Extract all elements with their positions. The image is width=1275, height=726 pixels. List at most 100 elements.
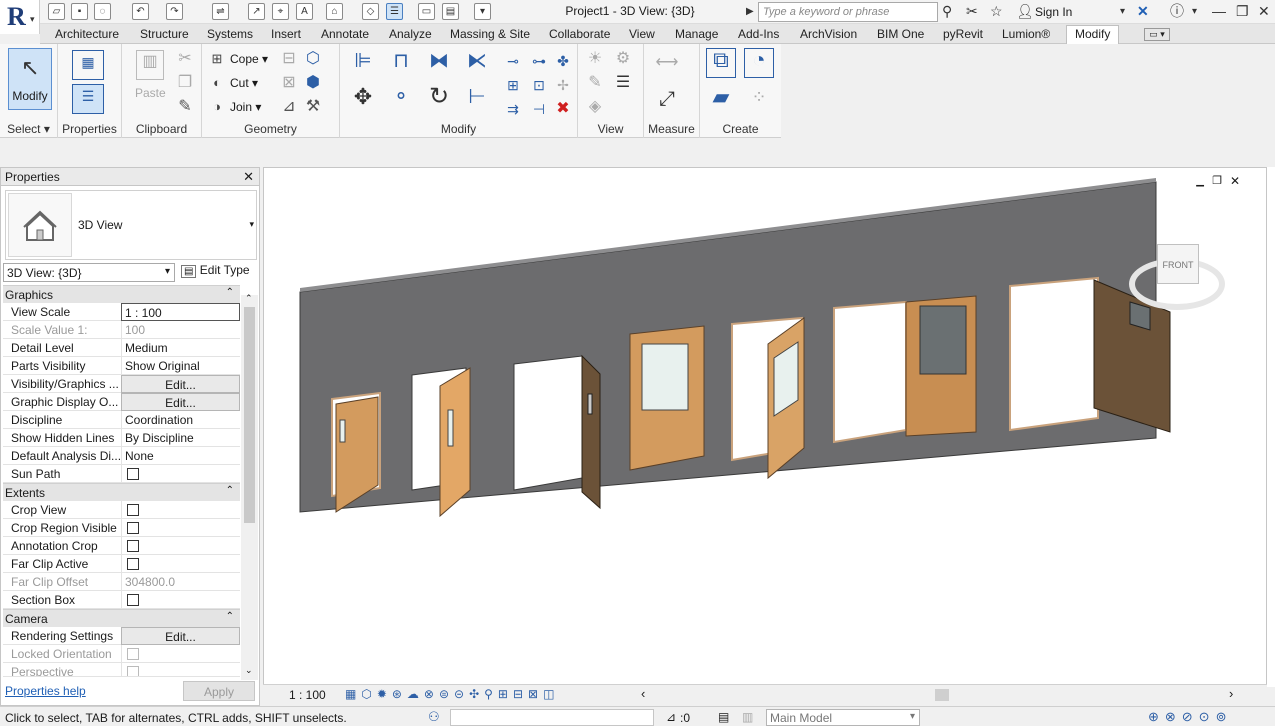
prop-row-graphic-display[interactable]: Graphic Display O... Edit... — [3, 393, 240, 411]
tab-archvision[interactable]: ArchVision — [800, 27, 857, 41]
visibility-graphics-edit-button[interactable]: Edit... — [121, 375, 240, 393]
tab-collaborate[interactable]: Collaborate — [549, 27, 610, 41]
customize-qat-icon[interactable]: ▾ — [474, 3, 491, 20]
section-graphics[interactable]: Graphics ⌃ — [3, 285, 240, 303]
tab-architecture[interactable]: Architecture — [55, 27, 119, 41]
help-dropdown-icon[interactable]: ▾ — [1192, 3, 1197, 20]
3d-viewport[interactable]: ▁ ❐ ✕ FRONT — [263, 167, 1267, 687]
selection-options-icons[interactable]: ⊕⊗⊘⊙⊚ — [1148, 709, 1232, 725]
scrollbar-thumb[interactable] — [244, 307, 255, 523]
search-input[interactable]: Type a keyword or phrase — [758, 2, 938, 22]
measure-icon[interactable]: ↗ — [248, 3, 265, 20]
sign-in-link[interactable]: Sign In — [1035, 5, 1072, 19]
binoculars-icon[interactable]: ⚲ — [942, 3, 952, 20]
join-icon[interactable]: ◑ — [206, 96, 228, 118]
paste-icon[interactable]: ▥ — [136, 50, 164, 80]
demolish-icon[interactable]: ⬡ — [302, 48, 324, 70]
section-camera[interactable]: Camera ⌃ — [3, 609, 240, 627]
copy-element-icon[interactable]: ⚬ — [386, 86, 416, 116]
cope-icon[interactable]: ⊞ — [206, 48, 228, 70]
prop-row-annotation-crop[interactable]: Annotation Crop — [3, 537, 240, 555]
view-control-icons[interactable]: ▦⬡✹⊛☁⊗⊜⊝✣⚲⊞⊟⊠◫ — [345, 687, 559, 701]
tab-lumion[interactable]: Lumion® — [1002, 27, 1050, 41]
join-button[interactable]: Join ▾ — [230, 100, 261, 114]
properties-scrollbar[interactable]: ⌃ ⌄ — [241, 293, 258, 680]
collapse-icon[interactable]: ⌃ — [226, 485, 234, 496]
cut-geometry-icon[interactable]: ◐ — [206, 72, 228, 94]
linework-icon[interactable]: ✎ — [584, 72, 606, 94]
ribbon-toggle-icon[interactable]: ▭ ▾ — [1144, 28, 1170, 41]
crop-view-checkbox[interactable] — [127, 504, 139, 516]
tab-massing-site[interactable]: Massing & Site — [450, 27, 530, 41]
project-browser-edge[interactable] — [1266, 167, 1275, 687]
cut-scissors-icon[interactable]: ✂ — [174, 48, 196, 70]
unpin-icon[interactable]: ⊣ — [528, 98, 550, 120]
tab-structure[interactable]: Structure — [140, 27, 189, 41]
thin-lines-view-icon[interactable]: ☰ — [612, 72, 634, 94]
prop-row-section-box[interactable]: Section Box — [3, 591, 240, 609]
viewcube-front-face[interactable]: FRONT — [1163, 260, 1194, 270]
cope-button[interactable]: Cope ▾ — [230, 52, 268, 66]
prop-row-view-scale[interactable]: View Scale 1 : 100 — [3, 303, 240, 321]
create-group-icon[interactable]: ⁘ — [744, 86, 774, 116]
redo-icon[interactable]: ↷ — [166, 3, 183, 20]
prop-row-sun-path[interactable]: Sun Path — [3, 465, 240, 483]
split-element-icon[interactable]: ⊸ — [502, 50, 524, 72]
prop-row-show-hidden-lines[interactable]: Show Hidden Lines By Discipline — [3, 429, 240, 447]
design-options-icon[interactable]: ▤ — [718, 710, 729, 724]
annotation-crop-checkbox[interactable] — [127, 540, 139, 552]
sync-icon[interactable]: ◌ — [94, 3, 111, 20]
tab-annotate[interactable]: Annotate — [321, 27, 369, 41]
type-properties-icon[interactable]: ☰ — [72, 84, 104, 114]
override-graphics-icon[interactable]: ⚙ — [612, 48, 634, 70]
open-icon[interactable]: ▱ — [48, 3, 65, 20]
override-by-category-icon[interactable]: ◈ — [584, 96, 606, 118]
create-parts-icon[interactable]: ▰ — [706, 86, 736, 116]
apply-button[interactable]: Apply — [183, 681, 255, 701]
view-scale-display[interactable]: 1 : 100 — [289, 688, 326, 702]
model-canvas[interactable] — [264, 168, 1266, 686]
pin-icon[interactable]: ✤ — [552, 50, 574, 72]
prop-row-detail-level[interactable]: Detail Level Medium — [3, 339, 240, 357]
rendering-settings-edit-button[interactable]: Edit... — [121, 627, 240, 645]
tab-modify[interactable]: Modify — [1066, 25, 1120, 44]
prop-row-discipline[interactable]: Discipline Coordination — [3, 411, 240, 429]
type-selector[interactable]: 3D View ▾ — [5, 190, 257, 260]
subscription-icon[interactable]: ✂ — [966, 3, 978, 20]
hide-bulb-icon[interactable]: ☀ — [584, 48, 606, 70]
move-icon[interactable]: ✥ — [348, 86, 378, 116]
rotate-icon[interactable]: ↻ — [424, 85, 454, 116]
exchange-apps-icon[interactable]: ✕ — [1137, 3, 1149, 20]
panel-select-label[interactable]: Select ▾ — [0, 122, 57, 136]
tab-bim-one[interactable]: BIM One — [877, 27, 924, 41]
switch-windows-icon[interactable]: ▤ — [442, 3, 459, 20]
trim-extend-icon[interactable]: ⊢ — [462, 86, 492, 116]
far-clip-active-checkbox[interactable] — [127, 558, 139, 570]
minimize-icon[interactable]: — — [1212, 3, 1226, 20]
copy-icon[interactable]: ❐ — [174, 72, 196, 94]
text-icon[interactable]: A — [296, 3, 313, 20]
tab-systems[interactable]: Systems — [207, 27, 253, 41]
close-hidden-icon[interactable]: ▭ — [418, 3, 435, 20]
mirror-pick-axis-icon[interactable]: ⧓ — [424, 50, 454, 80]
offset-icon[interactable]: ⊓ — [386, 50, 416, 80]
prop-row-crop-view[interactable]: Crop View — [3, 501, 240, 519]
dimension-icon[interactable]: ⌖ — [272, 3, 289, 20]
scale-icon[interactable]: ⊡ — [528, 74, 550, 96]
delete-icon[interactable]: ✖ — [552, 98, 574, 120]
favorites-star-icon[interactable]: ☆ — [990, 3, 1003, 20]
wall-joins-icon[interactable]: ⊠ — [278, 72, 300, 94]
modify-button[interactable]: ↖ Modify — [8, 48, 52, 110]
properties-help-link[interactable]: Properties help — [5, 684, 86, 698]
create-assembly-icon[interactable]: ⧉ — [706, 48, 736, 78]
tab-manage[interactable]: Manage — [675, 27, 718, 41]
prop-row-default-analysis[interactable]: Default Analysis Di... None — [3, 447, 240, 465]
aligned-dimension-icon[interactable]: ⤢ — [652, 88, 682, 110]
tab-insert[interactable]: Insert — [271, 27, 301, 41]
section-extents[interactable]: Extents ⌃ — [3, 483, 240, 501]
search-expand-icon[interactable]: ▶ — [746, 3, 754, 20]
workset-dropdown[interactable] — [450, 709, 654, 726]
editable-only-icon[interactable]: ▥ — [742, 710, 753, 724]
split-face-icon[interactable]: ⊟ — [278, 48, 300, 70]
join-roof-icon[interactable]: ⬢ — [302, 72, 324, 94]
